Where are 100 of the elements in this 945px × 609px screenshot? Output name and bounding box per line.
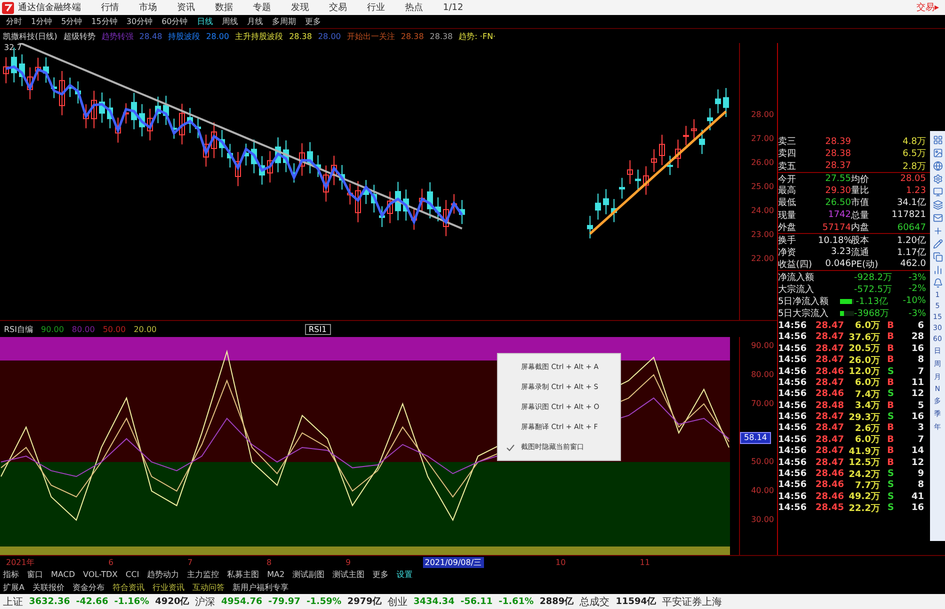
tick-time: 14:56 [778, 469, 808, 480]
indicator-tab[interactable]: 私募主图 [227, 569, 260, 580]
indicator-value: 28.38 [430, 32, 453, 40]
tick-count: 7 [916, 434, 924, 445]
tick-count: 9 [916, 469, 924, 480]
indicator-tab[interactable]: MA2 [267, 570, 285, 579]
quote-value: 28.38 [824, 148, 851, 159]
index-percent: -1.61% [498, 596, 534, 606]
toolbar-icon[interactable] [932, 200, 942, 210]
period-tab[interactable]: 周线 [222, 16, 238, 27]
indicator-tab[interactable]: CCI [126, 570, 140, 579]
flow-label: 净流入额 [778, 272, 815, 284]
price-axis-label: 26.00 [751, 157, 774, 169]
tick-price: 28.47 [814, 344, 844, 354]
extension-tab[interactable]: 扩展A [3, 582, 24, 593]
indicator-tab[interactable]: 测试主图 [332, 569, 365, 580]
period-tab[interactable]: 月线 [246, 16, 263, 27]
tick-count: 12 [910, 458, 924, 468]
indicator-tab[interactable]: MACD [51, 570, 75, 579]
tick-side: B [886, 320, 894, 331]
period-tab[interactable]: 30分钟 [126, 16, 153, 27]
toolbar-icon[interactable] [932, 187, 942, 197]
indicator-tab[interactable]: 指标 [3, 569, 19, 580]
quote-value: 57174 [821, 222, 851, 233]
indicator-value: 凯撒科技(日线) [3, 30, 58, 42]
tick-volume: 6.0万 [854, 434, 880, 446]
period-tab[interactable]: 多周期 [272, 16, 296, 27]
tick-volume: 26.0万 [848, 354, 880, 367]
indicator-value: 主升持股波段 [235, 30, 284, 42]
date-axis-label: 9 [344, 558, 352, 566]
period-tab[interactable]: 更多 [304, 16, 321, 27]
period-tab[interactable]: 1分钟 [31, 16, 52, 27]
rsi-tab[interactable]: RSI1 [304, 324, 331, 334]
period-tab[interactable]: 日线 [196, 16, 213, 27]
menu-item[interactable]: 1/12 [443, 2, 464, 12]
tick-time: 14:56 [778, 320, 808, 331]
quote-value: 1.17亿 [896, 246, 926, 259]
tick-volume: 49.2万 [848, 491, 880, 504]
price-axis-label: 27.00 [751, 133, 774, 145]
quote-value: 27.55 [824, 174, 851, 184]
tick-time: 14:56 [778, 389, 808, 400]
toolbar-icon[interactable] [932, 148, 942, 158]
indicator-tab[interactable]: 测试副图 [292, 569, 325, 580]
tick-time: 14:56 [778, 458, 808, 468]
menu-item[interactable]: 资讯 [177, 1, 195, 14]
tick-price: 28.47 [814, 446, 844, 456]
toolbar-icon[interactable] [932, 278, 942, 288]
tick-time: 14:56 [778, 344, 808, 354]
tick-volume: 29.3万 [848, 412, 880, 424]
toolbar-icon[interactable] [932, 239, 942, 249]
toolbar-icon[interactable] [932, 135, 942, 145]
indicator-tab[interactable]: 趋势动力 [147, 569, 180, 580]
menu-item[interactable]: 行业 [367, 1, 385, 14]
tick-side: S [886, 366, 894, 377]
trade-link[interactable]: 交易▸ [916, 1, 939, 14]
toolbar-icon[interactable] [932, 226, 942, 236]
tick-side: B [886, 332, 894, 342]
indicator-tab[interactable]: 主力监控 [187, 569, 220, 580]
indicator-tab[interactable]: 窗口 [27, 569, 43, 580]
period-tab[interactable]: 分时 [6, 16, 22, 27]
extension-tab[interactable]: 新用户福利专享 [232, 582, 288, 593]
menu-item[interactable]: 热点 [405, 1, 423, 14]
tick-price: 28.47 [814, 332, 844, 342]
indicator-tab[interactable]: 设置 [396, 569, 413, 580]
flow-label: 5日净流入额 [778, 296, 830, 308]
tick-time: 14:56 [778, 332, 808, 342]
menu-item[interactable]: 专题 [253, 1, 271, 14]
toolbar-icon[interactable] [932, 213, 942, 223]
indicator-tab[interactable]: 更多 [372, 569, 389, 580]
rsi-axis-label: 30.00 [751, 514, 774, 526]
quote-label: 内盘 [851, 222, 870, 234]
tick-count: 28 [910, 332, 924, 342]
menu-item[interactable]: 数据 [215, 1, 233, 14]
period-tab[interactable]: 5分钟 [61, 16, 82, 27]
toolbar-icon[interactable] [932, 265, 942, 275]
toolbar-icon[interactable] [932, 174, 942, 184]
rsi-legend-value: RSI自编 [4, 324, 33, 334]
toolbar-icon[interactable] [932, 252, 942, 262]
quote-value: 462.0 [899, 259, 926, 270]
tick-side: S [886, 389, 894, 400]
period-tab[interactable]: 15分钟 [91, 16, 118, 27]
menu-item[interactable]: 交易 [329, 1, 347, 14]
indicator-value: 28.38 [289, 32, 312, 40]
extension-tab[interactable]: 符合资讯 [112, 582, 144, 593]
menu-item[interactable]: 行情 [101, 1, 119, 14]
extension-tab[interactable]: 互动问答 [192, 582, 224, 593]
menu-item[interactable]: 发现 [291, 1, 309, 14]
indicator-tab[interactable]: VOL-TDX [82, 570, 118, 579]
quote-value: 34.1亿 [896, 197, 926, 210]
rsi-axis-label: 80.00 [751, 368, 774, 381]
tick-volume: 3.4万 [854, 400, 880, 412]
menu-item[interactable]: 市场 [139, 1, 157, 14]
toolbar-icon[interactable] [932, 161, 942, 171]
tick-side: B [886, 355, 894, 366]
tick-time: 14:56 [778, 503, 808, 514]
extension-tab[interactable]: 关联报价 [32, 582, 64, 593]
period-tab[interactable]: 60分钟 [162, 16, 188, 27]
extension-tab[interactable]: 行业资讯 [152, 582, 184, 593]
extension-tab[interactable]: 资金分布 [72, 582, 104, 593]
quote-label: 换手 [778, 234, 797, 248]
